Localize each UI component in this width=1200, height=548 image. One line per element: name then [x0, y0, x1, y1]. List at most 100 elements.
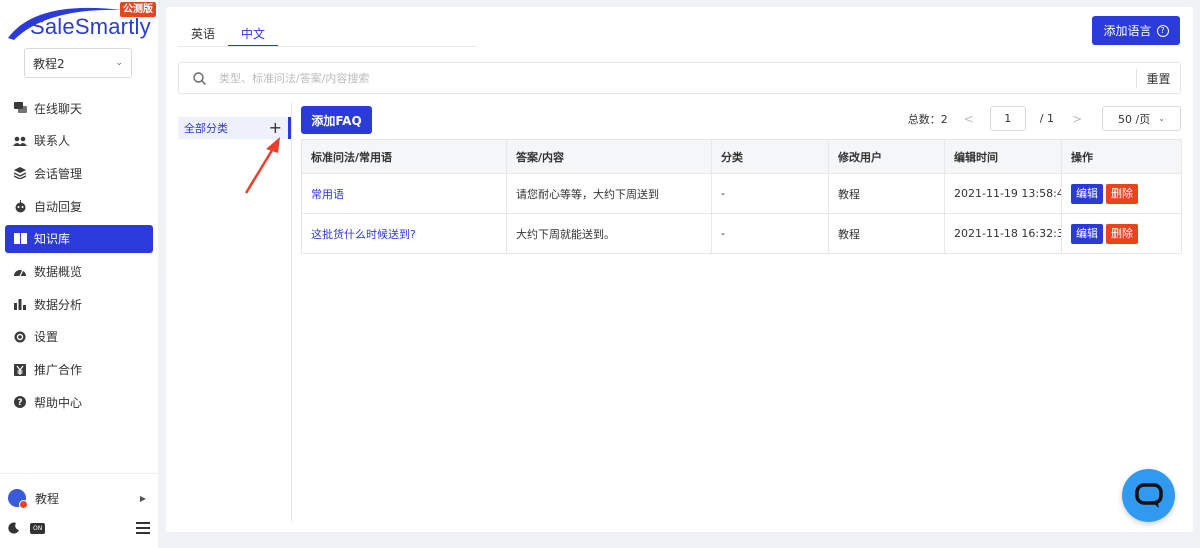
faq-modified-user: 教程	[828, 213, 945, 254]
delete-button[interactable]: 删除	[1106, 183, 1138, 204]
sidebar-item-label: 会话管理	[34, 166, 83, 181]
chevron-right-icon: ▶	[139, 493, 146, 503]
faq-edit-time: 2021-11-19 13:58:41	[944, 173, 1062, 214]
language-tabs: 英语 中文	[178, 23, 278, 47]
sidebar-item-knowledge-base[interactable]: 知识库	[5, 224, 153, 253]
category-all-label: 全部分类	[184, 122, 228, 135]
chat-icon	[13, 101, 27, 115]
faq-actions: 编辑 删除	[1061, 173, 1182, 214]
workspace-select[interactable]: 教程2 ⌄	[24, 48, 132, 78]
reset-button[interactable]: 重置	[1136, 68, 1180, 88]
tab-chinese[interactable]: 中文	[228, 23, 278, 47]
help-icon: ?	[13, 395, 27, 409]
prev-page-button[interactable]: <	[962, 112, 976, 126]
beta-badge: 公测版	[120, 2, 156, 17]
faq-table: 标准问法/常用语 答案/内容 分类 修改用户 编辑时间 操作 常用语 请您耐心等…	[301, 139, 1182, 254]
table-row: 这批货什么时候送到? 大约下周就能送到。 - 教程 2021-11-18 16:…	[301, 213, 1182, 254]
sidebar-item-label: 数据分析	[34, 297, 83, 312]
sidebar-item-conversations[interactable]: 会话管理	[5, 159, 153, 187]
sidebar-item-label: 在线聊天	[34, 101, 83, 116]
chat-bubble-icon	[1134, 482, 1163, 508]
search-icon	[179, 71, 219, 85]
add-language-button[interactable]: 添加语言 ?	[1092, 16, 1180, 45]
total-count: 总数：2	[907, 112, 948, 126]
sidebar-item-auto-reply[interactable]: 自动回复	[5, 192, 153, 220]
bar-chart-icon	[13, 297, 27, 311]
column-header: 标准问法/常用语	[301, 139, 507, 174]
sidebar-tools: ON	[8, 520, 150, 536]
edit-button[interactable]: 编辑	[1071, 183, 1103, 204]
dashboard-icon	[13, 264, 27, 278]
sidebar-item-data-overview[interactable]: 数据概览	[5, 257, 153, 285]
user-name: 教程	[35, 491, 60, 506]
add-category-icon[interactable]: +	[269, 120, 282, 136]
sidebar-item-contacts[interactable]: 联系人	[5, 127, 153, 155]
layers-icon	[13, 166, 27, 180]
faq-edit-time: 2021-11-18 16:32:38	[944, 213, 1062, 254]
search-input[interactable]	[219, 71, 1136, 85]
faq-category: -	[711, 173, 829, 214]
sidebar-item-label: 帮助中心	[34, 395, 83, 410]
svg-text:?: ?	[17, 398, 22, 408]
yen-icon	[13, 363, 27, 377]
sidebar-item-affiliate[interactable]: 推广合作	[5, 356, 153, 384]
column-header: 编辑时间	[944, 139, 1062, 174]
column-header: 修改用户	[828, 139, 945, 174]
tab-english[interactable]: 英语	[178, 23, 228, 47]
sidebar-item-label: 设置	[34, 330, 59, 345]
add-language-label: 添加语言	[1103, 24, 1152, 38]
sidebar-item-live-chat[interactable]: 在线聊天	[5, 94, 153, 122]
moon-icon[interactable]	[8, 522, 20, 534]
column-header: 答案/内容	[506, 139, 712, 174]
sidebar-item-settings[interactable]: 设置	[5, 323, 153, 351]
faq-modified-user: 教程	[828, 173, 945, 214]
chevron-down-icon: ⌄	[1158, 114, 1165, 123]
sidebar: SaleSmartly 公测版 教程2 ⌄ 在线聊天 联系人 会话管理 自动回复…	[0, 0, 158, 548]
faq-category: -	[711, 213, 829, 254]
page-number-input[interactable]: 1	[989, 106, 1026, 131]
search-bar: 重置	[178, 62, 1181, 94]
robot-icon	[13, 199, 27, 213]
chevron-down-icon: ⌄	[115, 58, 123, 68]
add-faq-button[interactable]: 添加FAQ	[301, 106, 372, 134]
delete-button[interactable]: 删除	[1106, 223, 1138, 244]
edit-button[interactable]: 编辑	[1071, 223, 1103, 244]
tabs-divider	[178, 46, 476, 47]
category-all[interactable]: 全部分类 +	[178, 117, 291, 139]
status-dot	[19, 500, 28, 509]
sidebar-item-label: 推广合作	[34, 363, 83, 377]
next-page-button[interactable]: >	[1070, 112, 1084, 126]
avatar	[8, 489, 28, 509]
user-menu[interactable]: 教程 ▶	[8, 488, 146, 509]
contacts-icon	[13, 134, 27, 148]
collapse-menu-icon[interactable]	[136, 522, 150, 534]
annotation-arrow-icon	[244, 137, 280, 194]
faq-answer: 请您耐心等等，大约下周送到	[506, 173, 712, 214]
chat-widget-button[interactable]	[1122, 469, 1175, 522]
book-icon	[13, 232, 27, 246]
sidebar-nav: 在线聊天 联系人 会话管理 自动回复 知识库 数据概览 数据分析 设置 推广合作…	[0, 94, 158, 421]
settings-icon	[13, 330, 27, 344]
table-header-row: 标准问法/常用语 答案/内容 分类 修改用户 编辑时间 操作	[301, 139, 1182, 174]
column-header: 操作	[1061, 139, 1182, 174]
page-size-select[interactable]: 50 /页 ⌄	[1102, 106, 1181, 131]
sidebar-item-data-analysis[interactable]: 数据分析	[5, 290, 153, 318]
theme-toggle[interactable]: ON	[30, 522, 46, 534]
faq-question-link[interactable]: 常用语	[301, 173, 507, 214]
sidebar-item-label: 知识库	[34, 232, 71, 247]
brand-logo[interactable]: SaleSmartly 公测版	[6, 2, 158, 42]
help-icon: ?	[1156, 24, 1169, 37]
brand-name: SaleSmartly	[30, 14, 151, 39]
sidebar-item-help-center[interactable]: ? 帮助中心	[5, 388, 153, 416]
sidebar-item-label: 自动回复	[34, 199, 83, 214]
table-row: 常用语 请您耐心等等，大约下周送到 - 教程 2021-11-19 13:58:…	[301, 173, 1182, 214]
page-total: / 1	[1039, 112, 1054, 125]
page-size-value: 50 /页	[1118, 112, 1151, 126]
faq-actions: 编辑 删除	[1061, 213, 1182, 254]
pagination: 总数：2 < 1 / 1 > 50 /页 ⌄	[908, 106, 1181, 131]
main-panel: 英语 中文 添加语言 ? 重置 全部分类 + 添加FAQ 总数：2 < 1 / …	[166, 7, 1193, 532]
faq-answer: 大约下周就能送到。	[506, 213, 712, 254]
column-header: 分类	[711, 139, 829, 174]
faq-question-link[interactable]: 这批货什么时候送到?	[301, 213, 507, 254]
workspace-select-value: 教程2	[33, 56, 65, 71]
